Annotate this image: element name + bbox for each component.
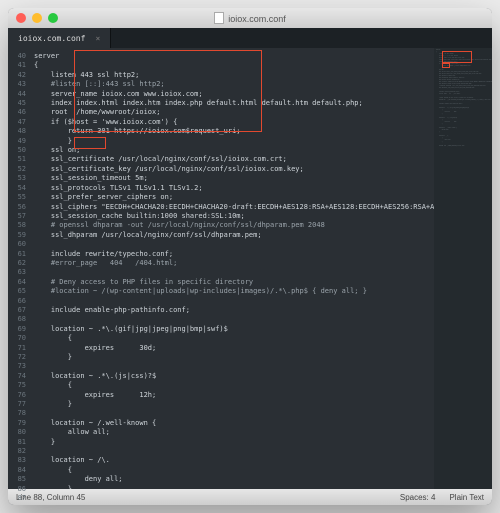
tab-bar: ioiox.com.conf ×: [8, 28, 492, 48]
status-spaces[interactable]: Spaces: 4: [400, 493, 436, 502]
status-syntax[interactable]: Plain Text: [449, 493, 484, 502]
window-title: ioiox.com.conf: [8, 12, 492, 24]
editor-window: ioiox.com.conf ioiox.com.conf × 40 41 42…: [8, 8, 492, 505]
source-code[interactable]: server { listen 443 ssl http2; #listen […: [30, 48, 434, 489]
line-number-gutter[interactable]: 40 41 42 43 44 45 46 47 48 49 50 51 52 5…: [8, 48, 30, 489]
tab-ioiox-conf[interactable]: ioiox.com.conf ×: [8, 28, 111, 48]
tab-label: ioiox.com.conf: [18, 34, 85, 43]
titlebar[interactable]: ioiox.com.conf: [8, 8, 492, 28]
minimap-highlight-2: [442, 63, 450, 68]
status-bar: Line 88, Column 45 Spaces: 4 Plain Text: [8, 489, 492, 505]
status-cursor[interactable]: Line 88, Column 45: [16, 493, 85, 502]
minimap[interactable]: server { listen 443 ssl http2; #listen […: [434, 48, 492, 489]
minimap-highlight-1: [442, 51, 472, 63]
code-area[interactable]: server { listen 443 ssl http2; #listen […: [30, 48, 434, 489]
document-icon: [214, 12, 224, 24]
close-tab-icon[interactable]: ×: [95, 34, 100, 43]
window-title-text: ioiox.com.conf: [228, 14, 286, 24]
